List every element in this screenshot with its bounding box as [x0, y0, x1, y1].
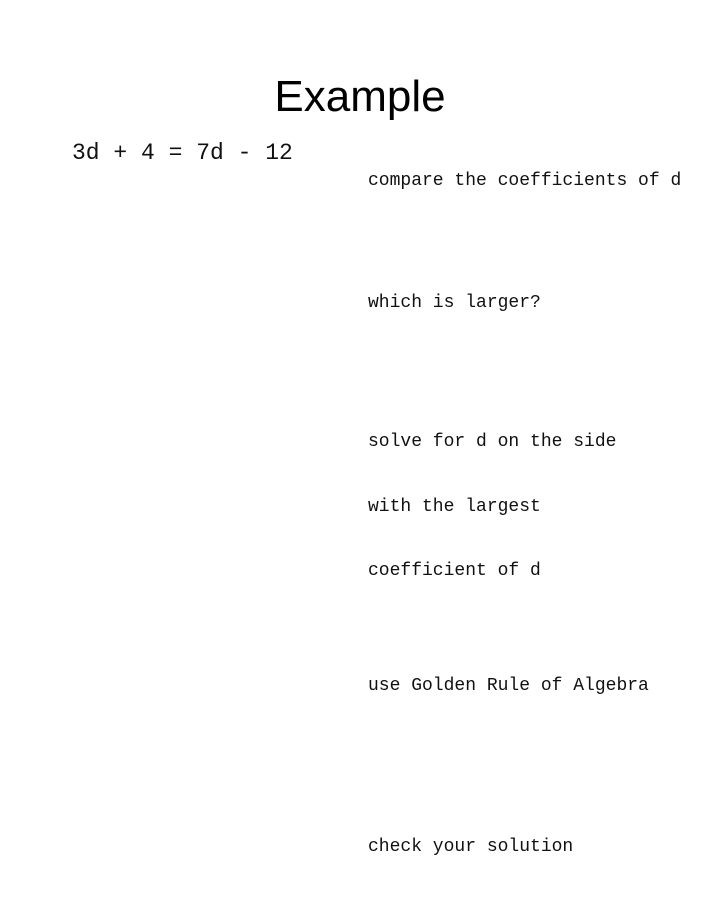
note-line: check your solution	[368, 837, 574, 857]
slide-canvas: Example 3d + 4 = 7d - 12 compare the coe…	[0, 0, 720, 857]
note-line: with the largest	[368, 496, 541, 517]
note-line: compare the coefficients of d	[368, 171, 682, 191]
notes-column: compare the coefficients of d which is l…	[368, 128, 698, 902]
note-line: use Golden Rule of Algebra	[368, 675, 649, 696]
note-line: coefficient of d	[368, 561, 541, 581]
note-block-solve-for-d: solve for d on the side with the largest…	[368, 389, 698, 626]
note-line: solve for d on the side	[368, 432, 617, 452]
note-block-compare-coefficients: compare the coefficients of d	[368, 128, 698, 236]
note-block-which-is-larger: which is larger?	[368, 250, 698, 358]
note-block-golden-rule: use Golden Rule of Algebra	[368, 633, 698, 741]
equation-text: 3d + 4 = 7d - 12	[72, 140, 293, 166]
equation-block: 3d + 4 = 7d - 12	[72, 138, 352, 168]
page-title: Example	[274, 72, 446, 122]
note-line: which is larger?	[368, 292, 541, 313]
note-block-check-solution: check your solution	[368, 794, 698, 902]
